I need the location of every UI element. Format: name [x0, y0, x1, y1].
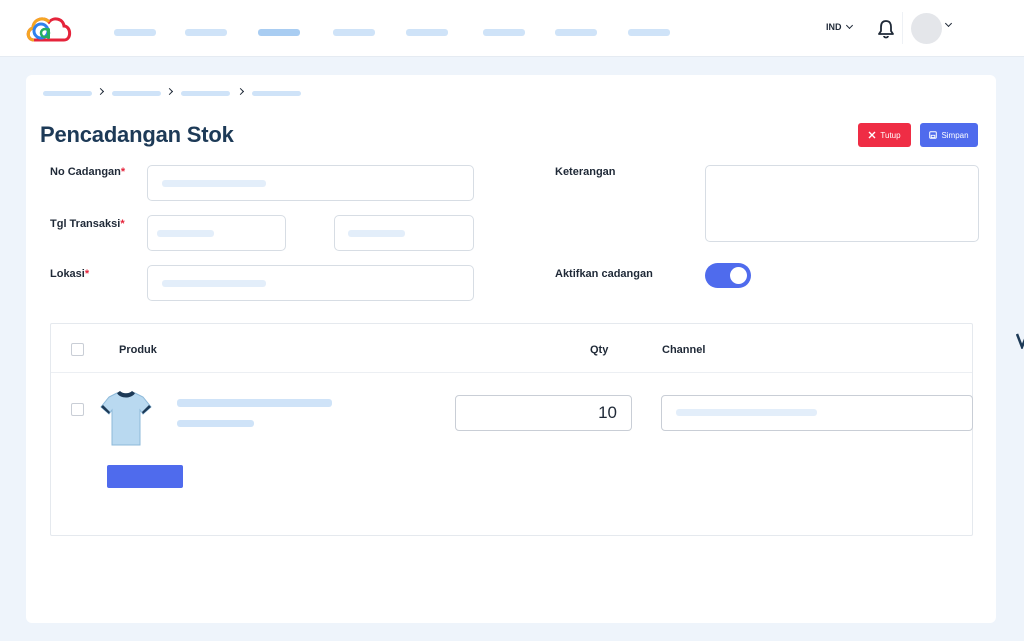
nav-item-4[interactable] — [333, 29, 375, 36]
nav-item-1[interactable] — [114, 29, 156, 36]
nav-item-2[interactable] — [185, 29, 227, 36]
breadcrumb-item-1[interactable] — [43, 91, 92, 96]
no-cadangan-label: No Cadangan* — [50, 166, 126, 178]
column-header-qty: Qty — [590, 344, 609, 356]
channel-select[interactable] — [661, 395, 973, 431]
field-placeholder — [162, 280, 266, 287]
edge-decoration-icon — [1016, 333, 1024, 349]
close-button-label: Tutup — [880, 130, 901, 140]
tgl-transaksi-label: Tgl Transaksi* — [50, 218, 125, 230]
table-header-divider — [51, 372, 972, 373]
required-mark: * — [120, 218, 125, 230]
chevron-down-icon — [845, 21, 853, 30]
topbar-divider — [902, 12, 903, 44]
save-icon — [929, 131, 938, 139]
cloud-logo-icon[interactable] — [24, 12, 74, 46]
keterangan-label: Keterangan — [555, 166, 616, 178]
close-button[interactable]: Tutup — [858, 123, 911, 147]
close-icon — [868, 131, 876, 139]
row-checkbox[interactable] — [71, 403, 84, 416]
field-placeholder — [162, 180, 266, 187]
breadcrumb-item-4 — [252, 91, 301, 96]
toggle-knob — [730, 267, 747, 284]
save-button-label: Simpan — [941, 130, 969, 140]
field-placeholder — [157, 230, 214, 237]
page-title: Pencadangan Stok — [40, 122, 234, 147]
column-header-produk: Produk — [119, 344, 157, 356]
bell-icon[interactable] — [877, 19, 895, 39]
nav-item-8[interactable] — [628, 29, 670, 36]
field-placeholder — [348, 230, 405, 237]
keterangan-textarea[interactable] — [705, 165, 979, 242]
product-image — [100, 391, 152, 446]
avatar[interactable] — [911, 13, 942, 44]
product-action-button[interactable] — [107, 465, 183, 488]
nav-item-6[interactable] — [483, 29, 525, 36]
product-sku — [177, 420, 254, 427]
top-bar: IND — [0, 0, 1024, 57]
tgl-transaksi-start-field[interactable] — [147, 215, 286, 251]
nav-item-7[interactable] — [555, 29, 597, 36]
product-name — [177, 399, 332, 407]
breadcrumb-item-2[interactable] — [112, 91, 161, 96]
aktifkan-cadangan-label: Aktifkan cadangan — [555, 268, 653, 280]
nav-item-3-active[interactable] — [258, 29, 300, 36]
breadcrumb-item-3[interactable] — [181, 91, 230, 96]
qty-input[interactable]: 10 — [455, 395, 632, 431]
chevron-down-icon[interactable] — [944, 19, 953, 28]
lokasi-field[interactable] — [147, 265, 474, 301]
field-placeholder — [676, 409, 817, 416]
required-mark: * — [120, 166, 126, 178]
nav-item-5[interactable] — [406, 29, 448, 36]
required-mark: * — [84, 268, 90, 280]
no-cadangan-field[interactable] — [147, 165, 474, 201]
language-selector[interactable]: IND — [826, 21, 853, 32]
tgl-transaksi-end-field[interactable] — [334, 215, 474, 251]
select-all-checkbox[interactable] — [71, 343, 84, 356]
lokasi-label: Lokasi* — [50, 268, 90, 280]
save-button[interactable]: Simpan — [920, 123, 978, 147]
aktifkan-cadangan-toggle[interactable] — [705, 263, 751, 288]
language-label: IND — [826, 22, 842, 32]
column-header-channel: Channel — [662, 344, 706, 356]
